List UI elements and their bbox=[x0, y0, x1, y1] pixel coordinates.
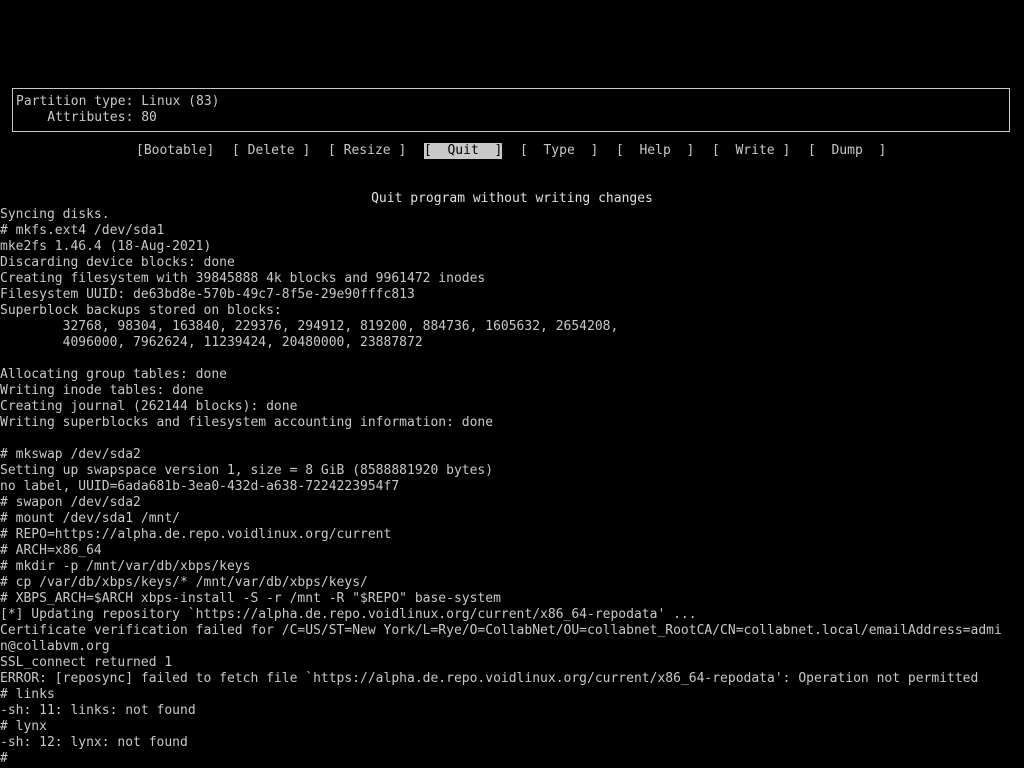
console-line: # ARCH=x86_64 bbox=[0, 543, 102, 558]
bootable-button[interactable]: [Bootable] bbox=[136, 143, 214, 159]
console-line: no label, UUID=6ada681b-3ea0-432d-a638-7… bbox=[0, 479, 400, 494]
console-line: # mount /dev/sda1 /mnt/ bbox=[0, 511, 181, 526]
console-line: SSL_connect returned 1 bbox=[0, 655, 173, 670]
console-line: ERROR: [reposync] failed to fetch file `… bbox=[0, 671, 979, 686]
console-line: Filesystem UUID: de63bd8e-570b-49c7-8f5e… bbox=[0, 287, 415, 302]
console-line: # REPO=https://alpha.de.repo.voidlinux.o… bbox=[0, 527, 392, 542]
console-line: 4096000, 7962624, 11239424, 20480000, 23… bbox=[0, 335, 423, 350]
partition-type-line: Partition type: Linux (83) bbox=[16, 94, 220, 109]
console-line: # lynx bbox=[0, 719, 47, 734]
console-line: -sh: 12: lynx: not found bbox=[0, 735, 188, 750]
type-button[interactable]: [ Type ] bbox=[520, 143, 598, 159]
resize-button[interactable]: [ Resize ] bbox=[328, 143, 406, 159]
console-line: 32768, 98304, 163840, 229376, 294912, 81… bbox=[0, 319, 619, 334]
console-line: # mkdir -p /mnt/var/db/xbps/keys bbox=[0, 559, 251, 574]
menu-hint-text: Quit program without writing changes bbox=[371, 191, 653, 206]
shell-prompt[interactable]: # bbox=[0, 751, 8, 767]
partition-info-box: Partition type: Linux (83) Attributes: 8… bbox=[12, 88, 1010, 132]
console-line: Writing superblocks and filesystem accou… bbox=[0, 415, 494, 430]
console-line: # mkswap /dev/sda2 bbox=[0, 447, 141, 462]
console-line: # cp /var/db/xbps/keys/* /mnt/var/db/xbp… bbox=[0, 575, 368, 590]
dump-button[interactable]: [ Dump ] bbox=[808, 143, 886, 159]
console-line: Certificate verification failed for /C=U… bbox=[0, 623, 1002, 638]
console-output: Syncing disks. # mkfs.ext4 /dev/sda1 mke2f… bbox=[0, 207, 1024, 751]
console-line: -sh: 11: links: not found bbox=[0, 703, 196, 718]
help-button[interactable]: [ Help ] bbox=[616, 143, 694, 159]
quit-button[interactable]: [ Quit ] bbox=[424, 143, 503, 159]
write-button[interactable]: [ Write ] bbox=[712, 143, 790, 159]
console-line: Superblock backups stored on blocks: bbox=[0, 303, 282, 318]
console-line: [*] Updating repository `https://alpha.d… bbox=[0, 607, 697, 622]
console-line: Writing inode tables: done bbox=[0, 383, 204, 398]
console-line: # swapon /dev/sda2 bbox=[0, 495, 141, 510]
attributes-line: Attributes: 80 bbox=[16, 110, 157, 125]
console-line: Allocating group tables: done bbox=[0, 367, 227, 382]
console-line: # mkfs.ext4 /dev/sda1 bbox=[0, 223, 165, 238]
console-line: n@collabvm.org bbox=[0, 639, 110, 654]
console-line: Discarding device blocks: done bbox=[0, 255, 235, 270]
cfdisk-menu-bar: [Bootable] [ Delete ] [ Resize ] [ Quit … bbox=[0, 143, 1024, 159]
console-line: Syncing disks. bbox=[0, 207, 110, 222]
delete-button[interactable]: [ Delete ] bbox=[232, 143, 310, 159]
console-line: mke2fs 1.46.4 (18-Aug-2021) bbox=[0, 239, 212, 254]
console-line: Setting up swapspace version 1, size = 8… bbox=[0, 463, 494, 478]
console-line: Creating filesystem with 39845888 4k blo… bbox=[0, 271, 486, 286]
console-line: Creating journal (262144 blocks): done bbox=[0, 399, 298, 414]
console-line: # links bbox=[0, 687, 55, 702]
console-line: # XBPS_ARCH=$ARCH xbps-install -S -r /mn… bbox=[0, 591, 501, 606]
